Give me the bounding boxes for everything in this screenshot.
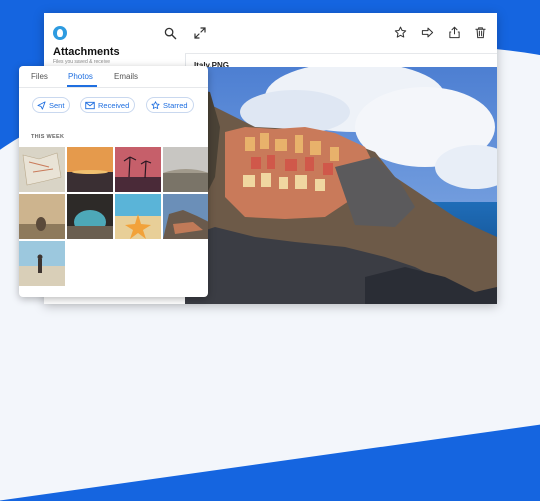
filter-starred-button[interactable]: Starred <box>146 97 194 113</box>
photo-thumbnail[interactable] <box>115 147 161 192</box>
photo-thumbnail[interactable] <box>67 194 113 239</box>
image-preview <box>185 67 497 304</box>
share-icon[interactable] <box>448 26 461 39</box>
expand-icon[interactable] <box>194 27 206 39</box>
star-icon[interactable] <box>394 26 407 39</box>
avatar[interactable] <box>53 26 67 40</box>
tabs-divider <box>19 87 208 88</box>
photo-thumbnail[interactable] <box>163 147 208 192</box>
filter-received-label: Received <box>98 100 130 110</box>
tab-files[interactable]: Files <box>31 72 48 81</box>
tab-emails[interactable]: Emails <box>114 72 138 81</box>
filter-starred-label: Starred <box>163 100 188 110</box>
sidebar-title: Attachments <box>53 46 120 58</box>
search-icon[interactable] <box>164 27 177 40</box>
forward-icon[interactable] <box>421 26 434 39</box>
photo-thumbnail[interactable] <box>19 194 65 239</box>
tab-photos[interactable]: Photos <box>68 72 93 81</box>
viewer-toolbar <box>185 13 497 54</box>
photo-thumbnail[interactable] <box>19 241 65 286</box>
photo-thumbnail[interactable] <box>163 194 208 239</box>
filter-sent-button[interactable]: Sent <box>32 97 71 113</box>
section-label: THIS WEEK <box>31 134 65 140</box>
trash-icon[interactable] <box>474 26 487 39</box>
send-icon <box>37 100 46 110</box>
photo-thumbnail[interactable] <box>115 194 161 239</box>
filter-sent-label: Sent <box>49 100 65 110</box>
sidebar-subtitle: Files you saved & receive <box>53 59 110 65</box>
star-icon <box>151 100 160 109</box>
photo-thumbnail[interactable] <box>19 147 65 192</box>
filter-received-button[interactable]: Received <box>80 97 136 113</box>
photos-panel: Files Photos Emails Sent Received Starre… <box>19 66 208 297</box>
photo-thumbnail[interactable] <box>67 147 113 192</box>
mail-icon <box>85 101 95 109</box>
